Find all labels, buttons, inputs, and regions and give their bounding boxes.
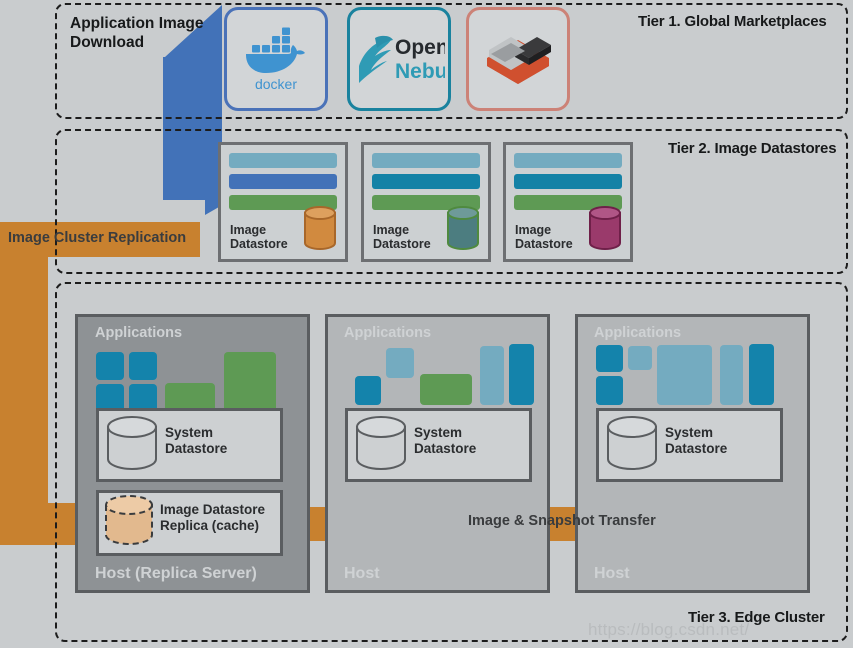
image-datastore-panel-2[interactable]: Image Datastore	[361, 142, 491, 262]
datastore-cylinder-3	[589, 206, 621, 250]
image-cluster-replication-label: Image Cluster Replication	[8, 230, 187, 246]
ds-bar-2	[229, 174, 337, 189]
app-tile	[480, 346, 504, 405]
system-datastore-label-host3: System Datastore	[665, 425, 728, 457]
tier2-label: Tier 2. Image Datastores	[668, 140, 837, 157]
app-tile	[96, 352, 124, 380]
app-tile	[720, 345, 743, 405]
app-tile	[628, 346, 652, 370]
ds-bar-2	[514, 174, 622, 189]
app-tile	[749, 344, 774, 405]
app-tile	[596, 345, 623, 372]
marketplace-card-lxd[interactable]	[466, 7, 570, 111]
app-tile	[657, 345, 712, 405]
watermark: https://blog.csdn.net/	[588, 620, 750, 639]
system-datastore-label-host2: System Datastore	[414, 425, 477, 457]
image-datastore-replica-cylinder-icon	[105, 495, 153, 545]
ds-bar-1	[514, 153, 622, 168]
ds-bar-1	[372, 153, 480, 168]
image-datastore-label-1: Image Datastore	[230, 222, 288, 252]
docker-whale-icon: docker	[246, 27, 305, 92]
app-tile	[386, 348, 414, 378]
tier1-label: Tier 1. Global Marketplaces	[638, 13, 827, 30]
applications-label-host2: Applications	[344, 325, 432, 341]
marketplace-card-opennebula[interactable]: Open Nebula	[347, 7, 451, 111]
system-datastore-cylinder-icon	[607, 416, 657, 470]
image-datastore-panel-3[interactable]: Image Datastore	[503, 142, 633, 262]
ds-bar-2	[372, 174, 480, 189]
datastore-cylinder-2	[447, 206, 479, 250]
app-tile	[596, 376, 623, 405]
marketplace-card-docker[interactable]: docker	[224, 7, 328, 111]
ds-bar-1	[229, 153, 337, 168]
app-tile	[420, 374, 472, 405]
image-datastore-label-2: Image Datastore	[373, 222, 431, 252]
app-tile	[129, 352, 157, 380]
datastore-cylinder-1	[304, 206, 336, 250]
application-image-download-title: Application Image Download	[70, 15, 204, 51]
host-title-2: Host	[344, 565, 380, 582]
docker-wordmark: docker	[255, 76, 297, 92]
host-title-3: Host	[594, 565, 630, 582]
image-datastore-label-3: Image Datastore	[515, 222, 573, 252]
system-datastore-label-host1: System Datastore	[165, 425, 228, 457]
image-datastore-panel-1[interactable]: Image Datastore	[218, 142, 348, 262]
app-tile	[355, 376, 381, 405]
system-datastore-cylinder-icon	[356, 416, 406, 470]
host-title-replica: Host (Replica Server)	[95, 565, 257, 582]
opennebula-wordmark-nebula: Nebula	[395, 60, 445, 83]
applications-label-host1: Applications	[95, 325, 183, 341]
image-datastore-replica-label: Image Datastore Replica (cache)	[160, 502, 266, 534]
lxd-cube-icon	[487, 37, 551, 84]
system-datastore-cylinder-icon	[107, 416, 157, 470]
opennebula-wordmark-open: Open	[395, 36, 445, 59]
opennebula-leaf-icon: Open Nebula	[359, 35, 445, 83]
applications-label-host3: Applications	[594, 325, 682, 341]
diagram-canvas: Tier 1. Global Marketplaces Application …	[0, 0, 853, 648]
app-tile	[224, 352, 276, 413]
app-tile	[509, 344, 534, 405]
image-snapshot-transfer-label: Image & Snapshot Transfer	[468, 513, 656, 529]
